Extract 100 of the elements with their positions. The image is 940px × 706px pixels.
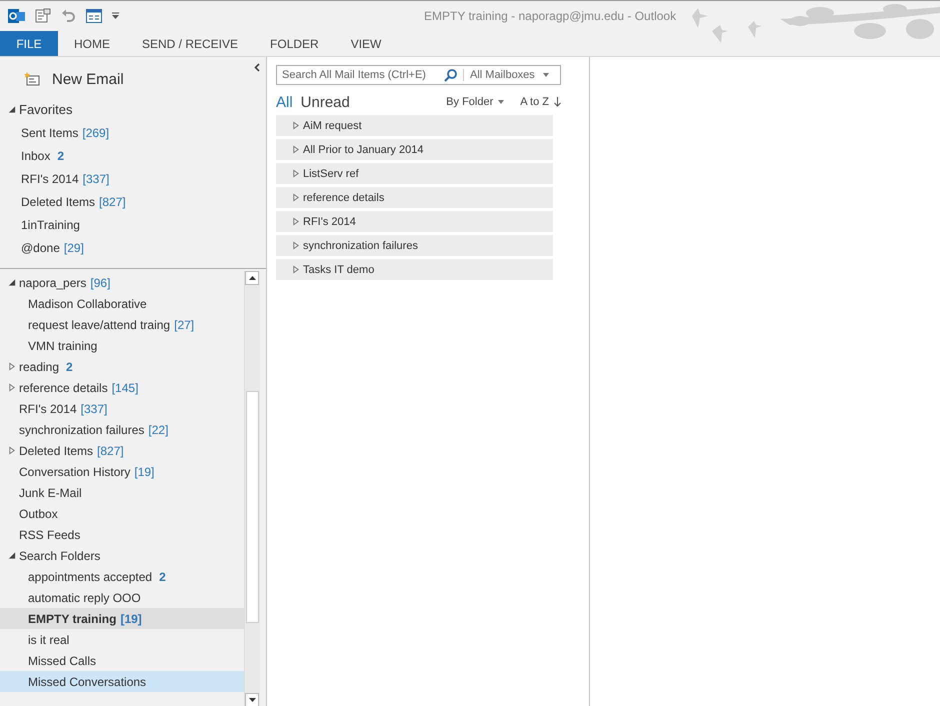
folder-name: 1inTraining [21, 218, 80, 232]
folder-item[interactable]: automatic reply OOO [0, 587, 244, 608]
expanded-arrow-icon[interactable] [8, 551, 16, 560]
folder-item[interactable]: appointments accepted 2 [0, 566, 244, 587]
folder-item[interactable]: RSS Feeds [0, 524, 244, 545]
group-label: Tasks IT demo [303, 264, 374, 276]
folder-name: Inbox [21, 148, 50, 162]
item-count: [29] [64, 240, 84, 254]
new-email-button[interactable]: New Email [0, 57, 124, 87]
folder-item[interactable]: Missed Calls [0, 650, 244, 671]
collapsed-arrow-icon[interactable] [292, 121, 300, 130]
folder-group-header[interactable]: RFI's 2014 [276, 211, 553, 232]
dropdown-caret-icon [542, 73, 549, 77]
favorite-item[interactable]: Sent Items [269] [0, 121, 266, 144]
folder-item[interactable]: reading 2 [0, 356, 244, 377]
ribbon-tab[interactable]: VIEW [334, 31, 398, 56]
ribbon-tab[interactable]: FILE [0, 31, 58, 56]
folder-item[interactable]: request leave/attend traing [27] [0, 314, 244, 335]
folder-item[interactable]: Missed Conversations [0, 671, 244, 692]
folder-item[interactable]: RFI's 2014 [337] [0, 398, 244, 419]
filter-tab[interactable]: All [276, 94, 301, 110]
folder-name: EMPTY training [28, 612, 116, 626]
folder-item[interactable]: Deleted Items [827] [0, 440, 244, 461]
favorite-item[interactable]: RFI's 2014 [337] [0, 167, 266, 190]
undo-icon[interactable] [61, 9, 76, 23]
collapsed-arrow-icon[interactable] [292, 217, 300, 226]
folder-item[interactable]: VMN training [0, 335, 244, 356]
ribbon-tab[interactable]: HOME [58, 31, 126, 56]
folder-name: Sent Items [21, 126, 78, 140]
folder-item[interactable]: Junk E-Mail [0, 482, 244, 503]
window-title: EMPTY training - naporagp@jmu.edu - Outlook [424, 9, 676, 23]
collapse-pane-icon[interactable] [254, 63, 260, 72]
folder-item[interactable]: Conversation History [19] [0, 461, 244, 482]
folder-item[interactable]: Madison Collaborative [0, 293, 244, 314]
collapsed-arrow-icon[interactable] [8, 446, 16, 455]
item-count: [19] [120, 612, 142, 626]
folder-name: Deleted Items [21, 194, 96, 208]
favorite-item[interactable]: @done [29] [0, 236, 266, 259]
group-label: All Prior to January 2014 [303, 144, 424, 156]
filter-tab[interactable]: Unread [300, 94, 358, 110]
folder-item[interactable]: EMPTY training [19] [0, 608, 244, 629]
folder-group-header[interactable]: ListServ ref [276, 163, 553, 184]
folder-name: RFI's 2014 [19, 402, 77, 416]
folder-name: synchronization failures [19, 422, 144, 436]
scroll-up-icon[interactable] [245, 271, 259, 285]
window-layout-icon[interactable] [86, 9, 102, 23]
favorite-item[interactable]: Deleted Items [827] [0, 190, 266, 213]
item-count: [827] [99, 194, 126, 208]
folder-item[interactable]: napora_pers [96] [0, 272, 244, 293]
item-count: [22] [148, 422, 168, 436]
folder-name: RSS Feeds [19, 528, 80, 542]
folder-item[interactable]: Outbox [0, 503, 244, 524]
collapsed-arrow-icon[interactable] [292, 193, 300, 202]
folder-item[interactable]: reference details [145] [0, 377, 244, 398]
mailbox-scope-dropdown[interactable]: All Mailboxes [463, 69, 555, 81]
folder-group-header[interactable]: All Prior to January 2014 [276, 139, 553, 160]
folder-name: Outbox [19, 506, 58, 520]
folder-name: VMN training [28, 338, 98, 352]
group-label: synchronization failures [303, 240, 418, 252]
sort-order-button[interactable]: A to Z [520, 96, 561, 108]
search-field[interactable]: Search All Mail Items (Ctrl+E) All Mailboxes [276, 65, 561, 85]
collapsed-arrow-icon[interactable] [292, 145, 300, 154]
favorites-header[interactable]: Favorites [0, 97, 266, 121]
folder-name: Deleted Items [19, 444, 94, 458]
folder-group-header[interactable]: AiM request [276, 115, 553, 136]
folder-name: @done [21, 240, 60, 254]
outlook-logo-icon[interactable] [8, 8, 25, 24]
folder-item[interactable]: Search Folders [0, 545, 244, 566]
ribbon-tab[interactable]: FOLDER [254, 31, 335, 56]
collapsed-arrow-icon[interactable] [292, 265, 300, 274]
item-count: [96] [90, 276, 110, 290]
item-count: [19] [134, 464, 154, 478]
expanded-arrow-icon[interactable] [8, 278, 16, 287]
send-receive-icon[interactable] [35, 8, 51, 24]
favorite-item[interactable]: Inbox 2 [0, 144, 266, 167]
folder-group-header[interactable]: synchronization failures [276, 235, 553, 256]
folder-name: RFI's 2014 [21, 172, 79, 186]
folder-name: Junk E-Mail [19, 486, 82, 500]
scroll-down-icon[interactable] [245, 693, 259, 706]
new-email-icon [24, 72, 40, 86]
folder-item[interactable]: is it real [0, 629, 244, 650]
favorite-item[interactable]: 1inTraining [0, 213, 266, 236]
scrollbar[interactable] [244, 271, 260, 706]
collapsed-arrow-icon[interactable] [8, 362, 16, 371]
group-by-dropdown[interactable]: By Folder [446, 96, 504, 108]
collapsed-arrow-icon[interactable] [292, 241, 300, 250]
customize-toolbar-icon[interactable] [112, 12, 119, 20]
down-arrow-icon [554, 97, 561, 107]
folder-item[interactable]: synchronization failures [22] [0, 419, 244, 440]
folder-group-header[interactable]: reference details [276, 187, 553, 208]
group-label: AiM request [303, 120, 362, 132]
scroll-thumb[interactable] [246, 391, 259, 623]
folder-group-header[interactable]: Tasks IT demo [276, 259, 553, 280]
search-icon[interactable] [444, 68, 457, 82]
item-count: [827] [97, 444, 124, 458]
group-label: reference details [303, 192, 384, 204]
collapsed-arrow-icon[interactable] [8, 383, 16, 392]
collapsed-arrow-icon[interactable] [292, 169, 300, 178]
ribbon-tab[interactable]: SEND / RECEIVE [126, 31, 254, 56]
expanded-arrow-icon[interactable] [8, 104, 16, 114]
